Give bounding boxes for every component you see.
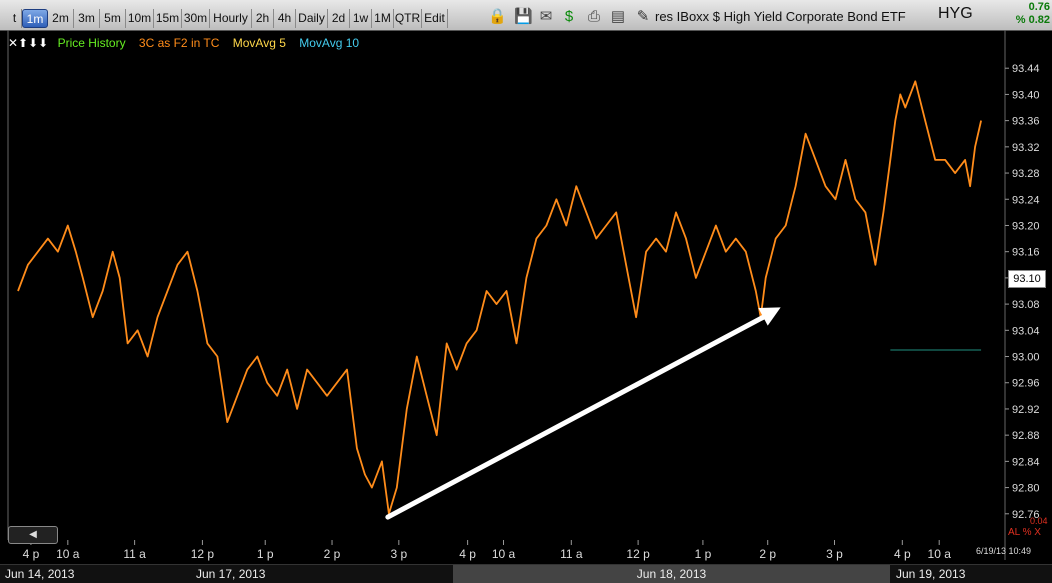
y-tick-label: 93.08 — [1012, 299, 1040, 311]
x-tick-label: 4 p — [459, 547, 476, 561]
x-tick-label: 4 p — [23, 547, 40, 561]
y-tick-label: 93.40 — [1012, 89, 1040, 101]
legend-price: Price History — [57, 36, 126, 50]
timeframe-2d[interactable]: 2d — [328, 9, 350, 28]
x-tick-label: 12 p — [626, 547, 650, 561]
y-tick-label: 92.80 — [1012, 483, 1040, 495]
print-icon[interactable]: ⎙ — [585, 8, 603, 26]
timeframe-1w[interactable]: 1w — [350, 9, 372, 28]
timeframe-10m[interactable]: 10m — [126, 9, 154, 28]
indicator-line — [17, 80, 982, 515]
timeframe-3m[interactable]: 3m — [74, 9, 100, 28]
percent-change: % 0.82 — [1015, 14, 1050, 26]
legend-ma10: MovAvg 10 — [299, 36, 360, 50]
y-tick-label: 92.92 — [1012, 404, 1040, 416]
y-tick-label: 93.32 — [1012, 142, 1040, 154]
date-label: Jun 19, 2013 — [896, 567, 966, 581]
symbol-label: HYG — [938, 5, 973, 22]
y-tick-label: 93.24 — [1012, 194, 1040, 206]
timeframe-t[interactable]: t — [8, 9, 22, 28]
timeframe-edit[interactable]: Edit — [422, 9, 448, 28]
x-tick-label: 12 p — [191, 547, 215, 561]
x-tick-label: 1 p — [695, 547, 712, 561]
legend-controls[interactable]: ✕⬆⬇⬇ — [8, 36, 48, 50]
timeframe-30m[interactable]: 30m — [182, 9, 210, 28]
draw-icon[interactable]: ✎ — [634, 8, 652, 26]
indicator-value: 0.04 — [1030, 516, 1048, 526]
timeframe-1m[interactable]: 1m — [22, 9, 48, 28]
x-tick-label: 11 a — [123, 547, 146, 561]
x-tick-label: 10 a — [928, 547, 952, 561]
annotation-arrow-shaft — [385, 312, 770, 520]
timeframe-15m[interactable]: 15m — [154, 9, 182, 28]
y-tick-label: 93.00 — [1012, 352, 1040, 364]
y-tick-label: 93.28 — [1012, 168, 1040, 180]
chart-legend: ✕⬆⬇⬇ Price History 3C as F2 in TC MovAvg… — [8, 36, 369, 50]
timeframe-2h[interactable]: 2h — [252, 9, 274, 28]
x-tick-label: 2 p — [324, 547, 341, 561]
x-tick-label: 1 p — [257, 547, 274, 561]
timeframe-qtr[interactable]: QTR — [394, 9, 422, 28]
news-icon[interactable]: ▤ — [609, 8, 627, 26]
date-bar: Jun 14, 2013 Jun 17, 2013 Jun 18, 2013 J… — [0, 564, 1052, 583]
date-label: Jun 17, 2013 — [196, 567, 266, 581]
timeframe-daily[interactable]: Daily — [296, 9, 328, 28]
floppy-disk-icon[interactable]: 💾 — [514, 8, 533, 26]
y-tick-label: 93.20 — [1012, 220, 1040, 232]
indicator-flags: AL % X — [1008, 527, 1041, 538]
y-tick-label: 92.84 — [1012, 456, 1040, 468]
lock-icon[interactable]: 🔒 — [488, 8, 507, 26]
timeframe-4h[interactable]: 4h — [274, 9, 296, 28]
y-tick-label: 93.36 — [1012, 116, 1040, 128]
legend-ma5: MovAvg 5 — [232, 36, 286, 50]
x-tick-label: 3 p — [390, 547, 407, 561]
x-tick-label: 10 a — [56, 547, 80, 561]
y-tick-label: 92.96 — [1012, 378, 1040, 390]
date-label: Jun 18, 2013 — [453, 565, 890, 583]
y-tick-label: 93.04 — [1012, 325, 1040, 337]
price-chart: 92.7692.8092.8492.8892.9292.9693.0093.04… — [0, 30, 1040, 561]
x-tick-label: 2 p — [759, 547, 776, 561]
y-tick-label: 93.44 — [1012, 63, 1040, 75]
last-price-marker: 93.10 — [1008, 270, 1046, 288]
timeframe-hourly[interactable]: Hourly — [210, 9, 252, 28]
y-tick-label: 92.88 — [1012, 430, 1040, 442]
timestamp: 6/19/13 10:49 — [976, 546, 1032, 556]
y-tick-label: 93.16 — [1012, 247, 1040, 259]
x-tick-label: 4 p — [894, 547, 911, 561]
scroll-left-button[interactable]: ◀ — [8, 526, 58, 544]
timeframe-1m[interactable]: 1M — [372, 9, 394, 28]
x-tick-label: 11 a — [560, 547, 583, 561]
timeframe-2m[interactable]: 2m — [48, 9, 74, 28]
security-name: res IBoxx $ High Yield Corporate Bond ET… — [655, 9, 906, 24]
change-value: 0.76 — [1028, 1, 1050, 13]
dollar-icon[interactable]: $ — [560, 8, 578, 26]
legend-indicator: 3C as F2 in TC — [138, 36, 220, 50]
mail-icon[interactable]: ✉ — [537, 8, 555, 26]
x-tick-label: 3 p — [826, 547, 843, 561]
date-label: Jun 14, 2013 — [5, 567, 75, 581]
timeframe-5m[interactable]: 5m — [100, 9, 126, 28]
x-tick-label: 10 a — [492, 547, 516, 561]
